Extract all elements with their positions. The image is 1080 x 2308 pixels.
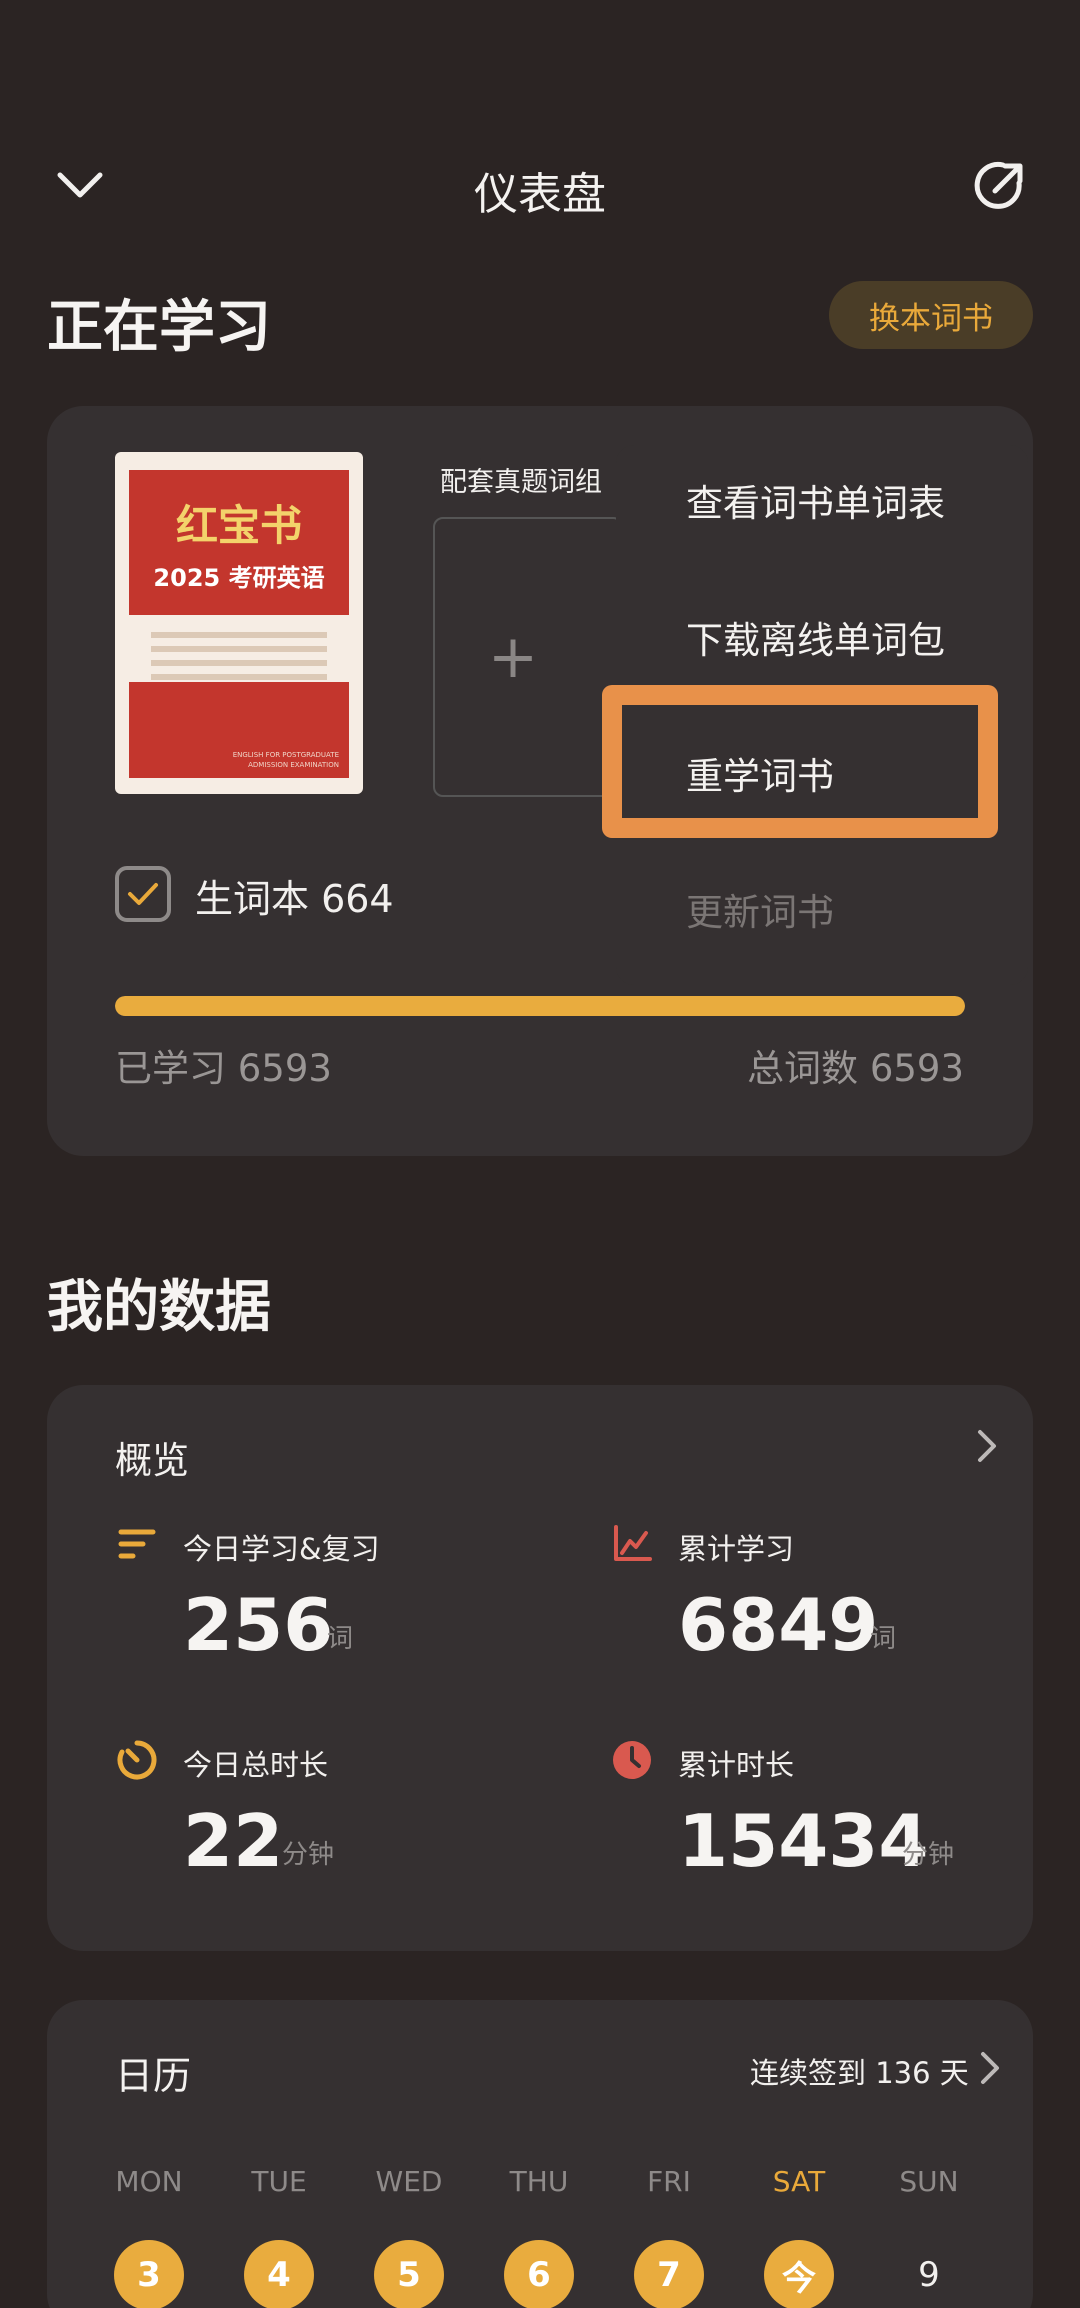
calendar-chevron-right-icon[interactable] — [978, 2050, 1002, 2096]
overview-title: 概览 — [115, 1439, 189, 1482]
total-study-label: 累计学习 — [678, 1532, 795, 1566]
weekday-wed: WED — [375, 2165, 443, 2198]
today-study-label: 今日学习&复习 — [183, 1532, 380, 1566]
today-study-unit: 词 — [327, 1624, 354, 1654]
calendar-day-today[interactable]: 今 — [764, 2240, 834, 2308]
highlight-box — [602, 685, 998, 838]
progress-fill — [115, 996, 965, 1016]
today-time-value: 22 — [183, 1799, 284, 1883]
change-book-button[interactable]: 换本词书 — [829, 281, 1033, 349]
total-study-unit: 词 — [870, 1624, 897, 1654]
check-icon — [128, 883, 158, 905]
calendar-day[interactable]: 5 — [374, 2240, 444, 2308]
total-time-label: 累计时长 — [678, 1748, 795, 1782]
checkin-streak[interactable]: 连续签到 136 天 — [750, 2050, 969, 2092]
add-extra-book-button[interactable]: + — [433, 517, 623, 797]
menu-item-update-book: 更新词书 — [686, 891, 834, 934]
calendar-day[interactable]: 6 — [504, 2240, 574, 2308]
weekday-tue: TUE — [251, 2165, 307, 2198]
menu-item-download-offline[interactable]: 下载离线单词包 — [686, 610, 945, 664]
total-study-value: 6849 — [678, 1583, 879, 1667]
cover-subtitle: 2025 考研英语 — [153, 564, 325, 592]
studying-section-title: 正在学习 — [47, 295, 271, 360]
page-title: 仪表盘 — [474, 169, 606, 220]
learning-progress-bar — [115, 996, 965, 1016]
external-link-icon[interactable] — [970, 156, 1030, 216]
vocab-book-label: 生词本 664 — [195, 877, 394, 921]
calendar-day[interactable]: 9 — [894, 2240, 964, 2308]
cover-title: 红宝书 — [175, 501, 302, 550]
mydata-section-title: 我的数据 — [47, 1275, 271, 1340]
cover-bottom-band: ENGLISH FOR POSTGRADUATE ADMISSION EXAMI… — [129, 682, 349, 778]
cover-small-text: ENGLISH FOR POSTGRADUATE ADMISSION EXAMI… — [232, 751, 339, 769]
cover-text-lines — [151, 632, 327, 688]
today-time-label: 今日总时长 — [183, 1748, 329, 1782]
total-time-unit: 分钟 — [902, 1840, 955, 1870]
today-study-value: 256 — [183, 1583, 334, 1667]
overview-chevron-right-icon[interactable] — [975, 1428, 999, 1474]
total-time-value: 15434 — [678, 1799, 929, 1883]
total-word-count: 总词数 6593 — [747, 1047, 964, 1090]
calendar-day[interactable]: 4 — [244, 2240, 314, 2308]
weekday-mon: MON — [115, 2165, 183, 2198]
calendar-title: 日历 — [115, 2054, 192, 2098]
weekday-thu: THU — [509, 2165, 569, 2198]
list-icon — [115, 1522, 159, 1566]
learned-count: 已学习 6593 — [115, 1047, 332, 1090]
weekday-sun: SUN — [899, 2165, 959, 2198]
trend-chart-icon — [610, 1522, 654, 1566]
plus-icon: + — [487, 622, 539, 692]
vocab-book-checkbox[interactable] — [115, 866, 171, 922]
book-cover[interactable]: 红宝书 2025 考研英语 ENGLISH FOR POSTGRADUATE A… — [115, 452, 363, 794]
timer-icon — [115, 1738, 159, 1782]
calendar-day[interactable]: 3 — [114, 2240, 184, 2308]
today-time-unit: 分钟 — [282, 1840, 335, 1870]
clock-icon — [610, 1738, 654, 1782]
menu-item-view-word-list[interactable]: 查看词书单词表 — [686, 473, 945, 527]
extra-book-label: 配套真题词组 — [440, 467, 602, 498]
cover-top-band: 红宝书 2025 考研英语 — [129, 470, 349, 615]
calendar-day[interactable]: 7 — [634, 2240, 704, 2308]
weekday-sat: SAT — [772, 2165, 826, 2198]
weekday-fri: FRI — [647, 2165, 691, 2198]
